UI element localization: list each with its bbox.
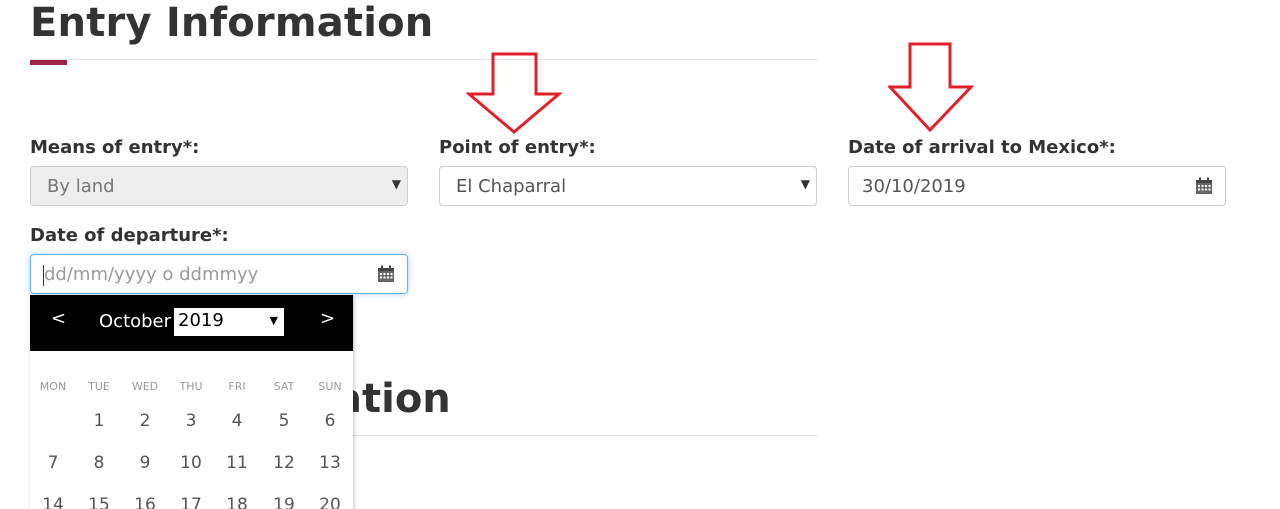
- point-of-entry-value: El Chaparral: [456, 176, 567, 197]
- next-month-button[interactable]: >: [320, 308, 335, 329]
- date-of-departure-label: Date of departure*:: [30, 225, 229, 246]
- means-of-entry-label: Means of entry*:: [30, 137, 200, 158]
- calendar-day[interactable]: 2: [125, 411, 165, 431]
- calendar-day[interactable]: 9: [125, 453, 165, 473]
- calendar-day[interactable]: 6: [310, 411, 350, 431]
- date-of-arrival-value: 30/10/2019: [862, 176, 966, 197]
- weekday-thu: THU: [179, 380, 203, 393]
- weekday-fri: FRI: [228, 380, 246, 393]
- date-of-arrival-label: Date of arrival to Mexico*:: [848, 137, 1116, 158]
- weekday-sat: SAT: [273, 380, 295, 393]
- calendar-day[interactable]: 1: [79, 411, 119, 431]
- calendar-icon[interactable]: [377, 265, 395, 283]
- calendar-day[interactable]: 8: [79, 453, 119, 473]
- prev-month-button[interactable]: <: [51, 308, 66, 329]
- datepicker-year-value: 2019: [178, 310, 224, 331]
- datepicker-year-select[interactable]: 2019 ▼: [174, 308, 284, 336]
- calendar-day[interactable]: 13: [310, 453, 350, 473]
- calendar-day[interactable]: 10: [171, 453, 211, 473]
- chevron-down-icon: ▼: [391, 177, 401, 191]
- annotation-arrow-date-of-arrival: [888, 42, 974, 132]
- chevron-down-icon: ▼: [800, 177, 810, 191]
- datepicker-popup: < October 2019 ▼ > MON TUE WED THU FRI SAT SUN…: [30, 295, 353, 509]
- means-of-entry-value: By land: [47, 176, 115, 197]
- datepicker-month: October: [99, 311, 172, 332]
- chevron-down-icon: ▼: [269, 314, 278, 327]
- annotation-arrow-point-of-entry: [466, 52, 562, 134]
- date-of-departure-placeholder: dd/mm/yyyy o ddmmyy: [44, 264, 259, 285]
- calendar-day[interactable]: 16: [125, 495, 165, 509]
- title-accent-bar: [30, 60, 67, 65]
- calendar-day[interactable]: 15: [79, 495, 119, 509]
- calendar-day[interactable]: 5: [264, 411, 304, 431]
- calendar-day[interactable]: 20: [310, 495, 350, 509]
- section-title: Entry Information: [30, 0, 434, 46]
- calendar-icon[interactable]: [1195, 177, 1213, 195]
- calendar-day[interactable]: 17: [171, 495, 211, 509]
- calendar-day[interactable]: 4: [217, 411, 257, 431]
- weekday-tue: TUE: [88, 380, 110, 393]
- calendar-day[interactable]: 12: [264, 453, 304, 473]
- calendar-day[interactable]: 18: [217, 495, 257, 509]
- point-of-entry-label: Point of entry*:: [439, 137, 596, 158]
- calendar-day[interactable]: 14: [33, 495, 73, 509]
- date-of-departure-input[interactable]: dd/mm/yyyy o ddmmyy: [30, 254, 408, 294]
- datepicker-header: < October 2019 ▼ >: [30, 295, 353, 351]
- title-divider: [30, 59, 817, 60]
- calendar-day[interactable]: 19: [264, 495, 304, 509]
- weekday-wed: WED: [131, 380, 159, 393]
- weekday-sun: SUN: [318, 380, 342, 393]
- calendar-day[interactable]: 11: [217, 453, 257, 473]
- weekday-mon: MON: [39, 380, 67, 393]
- calendar-day[interactable]: 7: [33, 453, 73, 473]
- means-of-entry-select[interactable]: By land ▼: [30, 166, 408, 206]
- calendar-day[interactable]: 3: [171, 411, 211, 431]
- date-of-arrival-input[interactable]: 30/10/2019: [848, 166, 1226, 206]
- point-of-entry-select[interactable]: El Chaparral ▼: [439, 166, 817, 206]
